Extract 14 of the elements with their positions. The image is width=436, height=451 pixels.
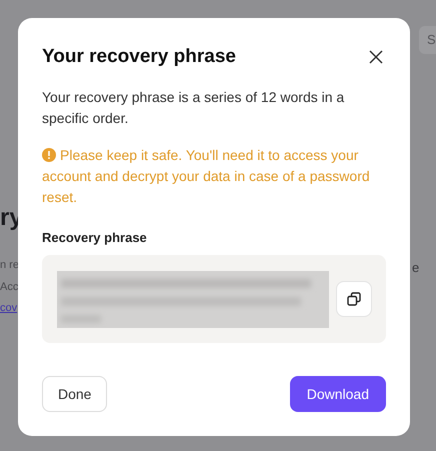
page-link[interactable]: cov [0, 301, 18, 315]
warning-icon [42, 148, 56, 162]
done-button[interactable]: Done [42, 376, 108, 412]
dialog-title: Your recovery phrase [42, 46, 236, 68]
copy-icon [346, 291, 362, 307]
download-button[interactable]: Download [290, 376, 386, 412]
page-text: Acc [0, 280, 18, 294]
field-label: Recovery phrase [42, 230, 148, 245]
page-text: n re [0, 258, 19, 272]
close-icon[interactable] [368, 49, 384, 65]
page-text: e [412, 261, 420, 275]
warning-text: Please keep it safe. You'll need it to access your account and decrypt your data in case of a password reset. [42, 146, 371, 207]
copy-button[interactable] [336, 281, 372, 317]
description-text: Your recovery phrase is a series of 12 words in a specific order. [42, 88, 346, 128]
